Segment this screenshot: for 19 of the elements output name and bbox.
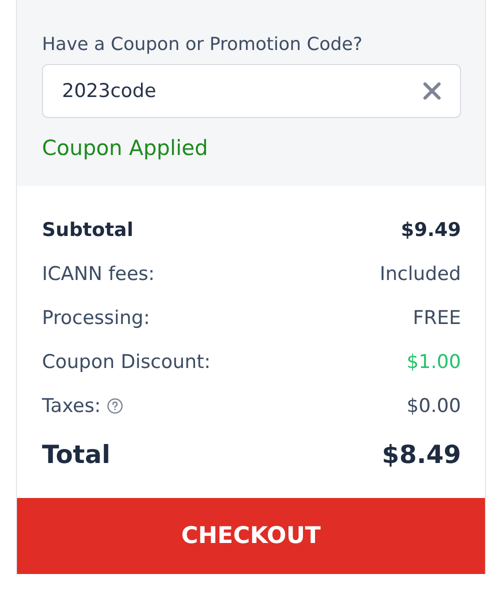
coupon-field[interactable]: 2023code [42,64,461,118]
summary-value: $9.49 [400,219,461,241]
summary-label: Processing: [42,307,150,329]
clear-icon[interactable] [422,81,442,101]
checkout-button[interactable]: CHECKOUT [17,498,485,574]
summary-label: Subtotal [42,219,134,241]
coupon-status: Coupon Applied [42,136,209,160]
coupon-code: 2023code [62,80,158,102]
coupon-heading: Have a Coupon or Promotion Code? [42,34,364,55]
summary-label: Total [42,440,110,468]
help-icon[interactable] [106,398,123,414]
summary-value: $1.00 [406,351,461,373]
summary-value: Included [380,263,461,285]
summary-value: FREE [412,307,461,329]
summary-label: Taxes: [42,395,101,417]
summary-label: ICANN fees: [42,263,155,285]
summary-label: Coupon Discount: [42,351,211,373]
summary-value: $0.00 [406,395,461,417]
summary-value: $8.49 [382,440,461,468]
